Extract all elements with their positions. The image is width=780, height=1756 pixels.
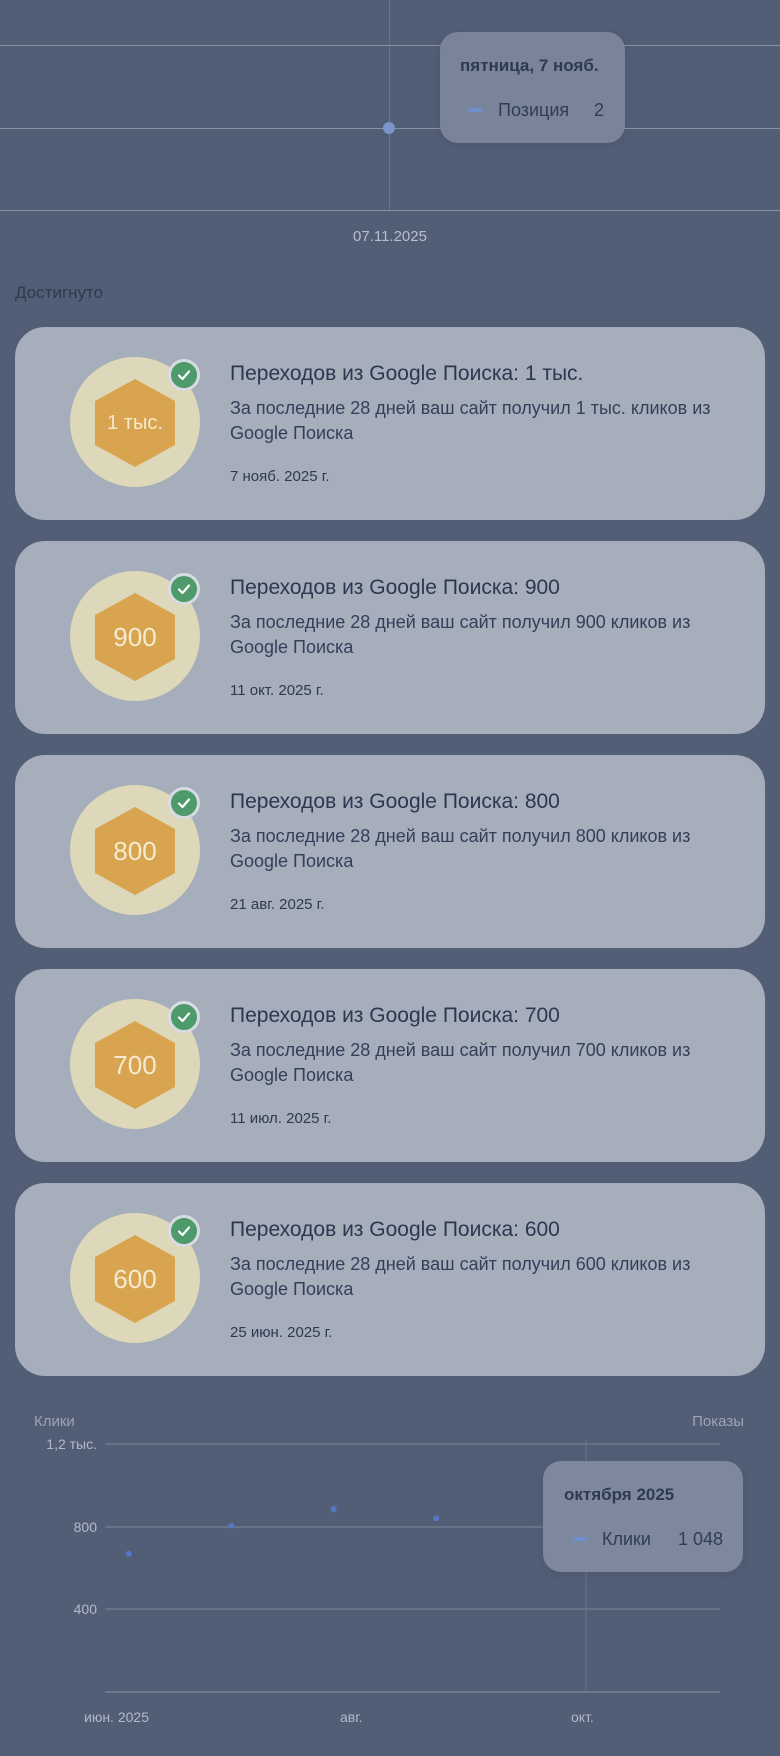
achievement-card[interactable]: 800 Переходов из Google Поиска: 800 За п… — [15, 755, 765, 948]
chart-tooltip: пятница, 7 нояб. Позиция 2 — [440, 32, 625, 143]
badge-label: 1 тыс. — [107, 411, 163, 434]
data-point[interactable] — [330, 1506, 337, 1513]
achievement-date: 7 нояб. 2025 г. — [230, 468, 330, 485]
series-swatch — [573, 1537, 587, 1541]
achievement-title: Переходов из Google Поиска: 1 тыс. — [230, 362, 584, 385]
tooltip-value: 1 048 — [678, 1529, 724, 1549]
data-point[interactable] — [125, 1550, 132, 1557]
x-axis-date-label: 07.11.2025 — [353, 228, 427, 245]
chart-tooltip: октября 2025 Клики 1 048 — [543, 1461, 743, 1572]
achievement-date: 11 июл. 2025 г. — [230, 1110, 332, 1127]
achievement-description: За последние 28 дней ваш сайт получил 1 … — [230, 398, 711, 443]
tooltip-value: 2 — [594, 100, 605, 120]
achievement-date: 21 авг. 2025 г. — [230, 896, 325, 913]
clicks-chart: Клики Показы 1,2 тыс. 800 400 октября 20… — [0, 1400, 780, 1756]
hexagon-badge-icon: 600 — [95, 1235, 175, 1323]
check-icon — [168, 1215, 200, 1247]
tooltip-series-label: Позиция — [498, 100, 570, 120]
achievement-card[interactable]: 600 Переходов из Google Поиска: 600 За п… — [15, 1183, 765, 1376]
hexagon-badge-icon: 1 тыс. — [95, 379, 175, 467]
badge-label: 600 — [113, 1263, 157, 1294]
achievement-title: Переходов из Google Поиска: 800 — [230, 790, 560, 813]
x-axis-line — [0, 210, 780, 211]
check-icon — [168, 359, 200, 391]
position-chart: пятница, 7 нояб. Позиция 2 07.11.2025 — [0, 0, 780, 250]
plot-area — [105, 1440, 720, 1693]
tooltip-title: октября 2025 — [564, 1485, 675, 1504]
achievement-date: 25 июн. 2025 г. — [230, 1324, 333, 1341]
series-swatch — [468, 108, 482, 112]
hexagon-badge-icon: 900 — [95, 593, 175, 681]
achievement-description: За последние 28 дней ваш сайт получил 70… — [230, 1040, 691, 1085]
achievement-title: Переходов из Google Поиска: 600 — [230, 1218, 560, 1241]
tooltip-title: пятница, 7 нояб. — [460, 56, 599, 75]
data-point[interactable] — [383, 122, 395, 134]
achievement-title: Переходов из Google Поиска: 900 — [230, 576, 560, 599]
hexagon-badge-icon: 700 — [95, 1021, 175, 1109]
achievement-date: 11 окт. 2025 г. — [230, 682, 324, 699]
achievement-card[interactable]: 700 Переходов из Google Поиска: 700 За п… — [15, 969, 765, 1162]
achievement-card[interactable]: 1 тыс. Переходов из Google Поиска: 1 тыс… — [15, 327, 765, 520]
x-tick-label: окт. — [571, 1709, 594, 1725]
achievement-title: Переходов из Google Поиска: 700 — [230, 1004, 560, 1027]
check-icon — [168, 787, 200, 819]
tooltip-series-label: Клики — [602, 1529, 651, 1549]
badge-label: 900 — [113, 621, 157, 652]
x-tick-label: июн. 2025 — [84, 1709, 149, 1725]
section-title: Достигнуто — [15, 283, 104, 302]
achievement-description: За последние 28 дней ваш сайт получил 60… — [230, 1254, 691, 1299]
check-icon — [168, 1001, 200, 1033]
hover-crosshair — [389, 0, 390, 210]
badge-label: 800 — [113, 835, 157, 866]
achievement-description: За последние 28 дней ваш сайт получил 90… — [230, 612, 691, 657]
hexagon-badge-icon: 800 — [95, 807, 175, 895]
check-icon — [168, 573, 200, 605]
achievement-description: За последние 28 дней ваш сайт получил 80… — [230, 826, 691, 871]
achievement-card[interactable]: 900 Переходов из Google Поиска: 900 За п… — [15, 541, 765, 734]
gridline — [0, 45, 780, 46]
badge-label: 700 — [113, 1049, 157, 1080]
data-point[interactable] — [433, 1515, 440, 1522]
data-point[interactable] — [228, 1522, 235, 1529]
x-tick-label: авг. — [340, 1709, 363, 1725]
